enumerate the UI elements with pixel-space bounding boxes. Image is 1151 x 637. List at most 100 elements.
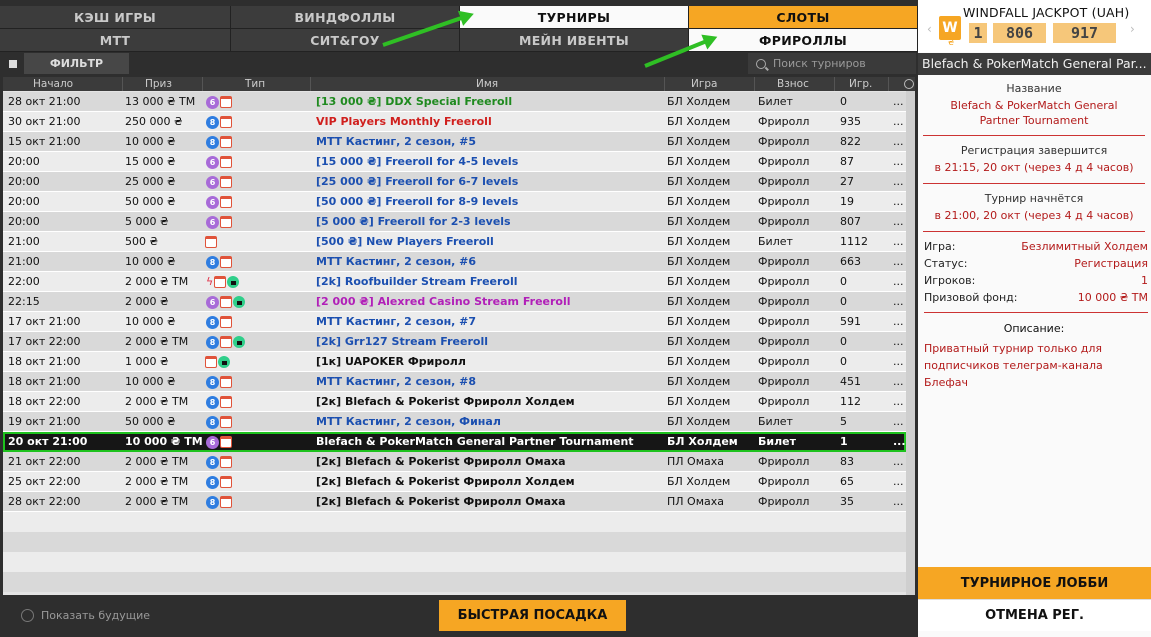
cell-name: [2к] Blefach & Pokerist Фриролл Омаха (316, 495, 566, 508)
row-more-button[interactable]: ... (893, 392, 907, 412)
cell-type: 8 (204, 312, 312, 332)
quick-seat-button[interactable]: БЫСТРАЯ ПОСАДКА (439, 600, 626, 631)
show-future-toggle[interactable]: Показать будущие (21, 609, 150, 622)
filter-checkbox[interactable] (9, 60, 17, 68)
table-row[interactable]: 17 окт 21:00 10 000 ₴ 8 МТТ Кастинг, 2 сезо… (3, 312, 906, 332)
table-row[interactable]: 25 окт 22:00 2 000 ₴ TM 8 [2к] Blefach & Po… (3, 472, 906, 492)
row-more-button[interactable]: ... (893, 152, 907, 172)
table-size-badge: 8 (206, 335, 219, 349)
row-more-button[interactable]: ... (893, 432, 907, 452)
tab-mtt[interactable]: МТТ (0, 29, 231, 52)
table-size-badge: 8 (206, 135, 219, 149)
table-row[interactable]: 21:00 10 000 ₴ 8 МТТ Кастинг, 2 сезон, #6 БЛ… (3, 252, 906, 272)
row-more-button[interactable]: ... (893, 92, 907, 112)
tab-sit-and-go[interactable]: СИТ&ГОУ (231, 29, 460, 52)
col-type[interactable]: Тип (203, 77, 311, 91)
cell-type: 8 (204, 132, 312, 152)
calendar-icon (220, 396, 232, 408)
cell-fee: Фриролл (758, 135, 810, 148)
cell-name: МТТ Кастинг, 2 сезон, #5 (316, 135, 477, 148)
row-more-button[interactable]: ... (893, 172, 907, 192)
chevron-left-icon[interactable]: ‹ (927, 22, 932, 36)
table-row[interactable]: 15 окт 21:00 10 000 ₴ 8 МТТ Кастинг, 2 сезо… (3, 132, 906, 152)
scrollbar[interactable] (906, 91, 915, 595)
table-row[interactable]: 17 окт 22:00 2 000 ₴ TM 8 [2k] Grr127 Strea… (3, 332, 906, 352)
row-more-button[interactable]: ... (893, 192, 907, 212)
row-more-button[interactable]: ... (893, 472, 907, 492)
row-more-button[interactable]: ... (893, 292, 907, 312)
table-row[interactable]: 19 окт 21:00 50 000 ₴ 8 МТТ Кастинг, 2 сезо… (3, 412, 906, 432)
cell-name: [2k] Roofbuilder Stream Freeroll (316, 275, 518, 288)
jackpot-widget: WINDFALL JACKPOT (UAH) ‹ W ₴ 1 806 917 › (918, 0, 1151, 52)
table-row[interactable]: 30 окт 21:00 250 000 ₴ 8 VIP Players Monthl… (3, 112, 906, 132)
cell-type (204, 232, 312, 252)
table-row[interactable]: 18 окт 21:00 1 000 ₴ [1к] UAPOKER Фриролл Б… (3, 352, 906, 372)
cell-start: 20:00 (8, 215, 40, 228)
cell-players: 0 (840, 355, 847, 368)
table-row[interactable]: 18 окт 22:00 2 000 ₴ TM 8 [2к] Blefach & Po… (3, 392, 906, 412)
table-row[interactable]: 21 окт 22:00 2 000 ₴ TM 8 [2к] Blefach & Po… (3, 452, 906, 472)
row-more-button[interactable]: ... (893, 452, 907, 472)
row-more-button[interactable]: ... (893, 272, 907, 292)
row-more-button[interactable]: ... (893, 312, 907, 332)
table-row[interactable]: 20:00 25 000 ₴ 6 [25 000 ₴] Freeroll for 6-… (3, 172, 906, 192)
tournament-lobby-button[interactable]: ТУРНИРНОЕ ЛОББИ (918, 567, 1151, 599)
row-more-button[interactable]: ... (893, 412, 907, 432)
col-start[interactable]: Начало (3, 77, 123, 91)
row-more-button[interactable]: ... (893, 112, 907, 132)
table-row[interactable]: 20:00 5 000 ₴ 6 [5 000 ₴] Freeroll for 2-3 … (3, 212, 906, 232)
empty-row (3, 512, 906, 532)
tab-freerolls[interactable]: ФРИРОЛЛЫ (689, 29, 918, 52)
detail-players: Игроков: 1 (924, 274, 1148, 290)
row-more-button[interactable]: ... (893, 332, 907, 352)
row-more-button[interactable]: ... (893, 252, 907, 272)
cancel-registration-button[interactable]: ОТМЕНА РЕГ. (918, 599, 1151, 631)
row-more-button[interactable]: ... (893, 232, 907, 252)
cell-prize: 2 000 ₴ TM (125, 455, 189, 468)
tab-windfalls[interactable]: ВИНДФОЛЛЫ (231, 6, 460, 29)
table-size-badge: 8 (206, 315, 219, 329)
tab-cash-games[interactable]: КЭШ ИГРЫ (0, 6, 231, 29)
chevron-right-icon[interactable]: › (1130, 22, 1135, 36)
table-row[interactable]: 22:00 2 000 ₴ TM ϟ [2k] Roofbuilder Stream … (3, 272, 906, 292)
cell-fee: Билет (758, 235, 793, 248)
row-more-button[interactable]: ... (893, 492, 907, 512)
tab-slots[interactable]: СЛОТЫ (689, 6, 918, 29)
empty-row (3, 552, 906, 572)
table-row[interactable]: 20:00 15 000 ₴ 6 [15 000 ₴] Freeroll for 4-… (3, 152, 906, 172)
row-more-button[interactable]: ... (893, 352, 907, 372)
table-row[interactable]: 28 окт 21:00 13 000 ₴ TM 6 [13 000 ₴] DDX S… (3, 92, 906, 112)
cell-prize: 250 000 ₴ (125, 115, 183, 128)
status-value: Регистрация (1074, 257, 1148, 270)
row-more-button[interactable]: ... (893, 372, 907, 392)
table-row[interactable]: 28 окт 22:00 2 000 ₴ TM 8 [2к] Blefach & Po… (3, 492, 906, 512)
tab-tournaments[interactable]: ТУРНИРЫ (460, 6, 689, 29)
refresh-icon[interactable] (904, 79, 914, 89)
table-row[interactable]: 20 окт 21:00 10 000 ₴ TM 6 Blefach & PokerM… (3, 432, 906, 452)
col-game[interactable]: Игра (665, 77, 755, 91)
cell-fee: Фриролл (758, 275, 810, 288)
calendar-icon (220, 136, 232, 148)
cell-fee: Фриролл (758, 455, 810, 468)
table-row[interactable]: 20:00 50 000 ₴ 6 [50 000 ₴] Freeroll for 8-… (3, 192, 906, 212)
details-name-section: Название Blefach & PokerMatch General Pa… (923, 82, 1145, 136)
row-more-button[interactable]: ... (893, 212, 907, 232)
lock-icon (218, 356, 230, 368)
col-name[interactable]: Имя (311, 77, 665, 91)
col-players[interactable]: Игр. (835, 77, 889, 91)
cell-start: 17 окт 21:00 (8, 315, 81, 328)
cell-start: 17 окт 22:00 (8, 335, 81, 348)
col-fee[interactable]: Взнос (755, 77, 835, 91)
table-row[interactable]: 22:15 2 000 ₴ 6 [2 000 ₴] Alexred Casino St… (3, 292, 906, 312)
search-input[interactable]: Поиск турниров (748, 53, 916, 74)
cell-players: 663 (840, 255, 861, 268)
lock-icon (233, 336, 245, 348)
table-row[interactable]: 18 окт 21:00 10 000 ₴ 8 МТТ Кастинг, 2 сезо… (3, 372, 906, 392)
table-row[interactable]: 21:00 500 ₴ [500 ₴] New Players Freeroll БЛ… (3, 232, 906, 252)
tab-main-events[interactable]: МЕЙН ИВЕНТЫ (460, 29, 689, 52)
col-prize[interactable]: Приз (123, 77, 203, 91)
row-more-button[interactable]: ... (893, 132, 907, 152)
table-size-badge: 8 (206, 455, 219, 469)
cell-name: [15 000 ₴] Freeroll for 4-5 levels (316, 155, 519, 168)
filter-button[interactable]: ФИЛЬТР (24, 53, 129, 74)
